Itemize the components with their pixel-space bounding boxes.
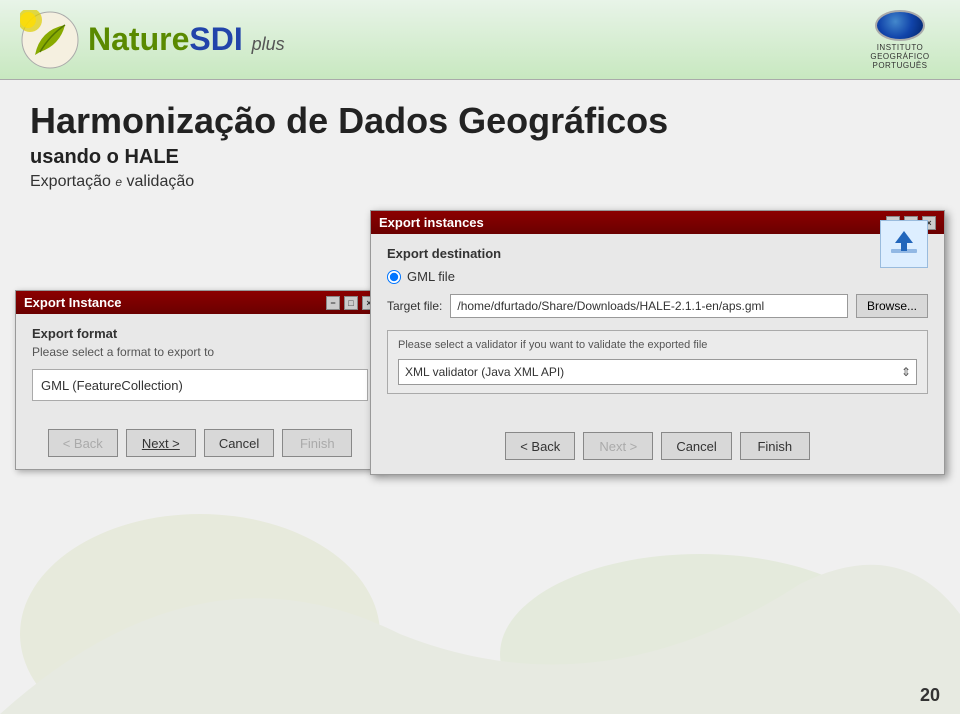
export-format-title: Export Instance [24,295,122,310]
export-instances-titlebar: Export instances − □ × [371,211,944,234]
export-format-section-title: Export format [32,326,368,341]
export-format-cancel-button[interactable]: Cancel [204,429,274,457]
logo-area: NatureSDI plus [20,10,285,70]
export-format-description: Please select a format to export to [32,345,368,359]
export-instances-next-button[interactable]: Next > [583,432,653,460]
gml-file-radio[interactable] [387,270,401,284]
export-destination-title: Export destination [387,246,928,261]
gml-file-radio-option[interactable]: GML file [387,269,928,284]
export-format-body: Export format Please select a format to … [16,314,384,421]
target-file-input[interactable] [450,294,848,318]
main-content: Harmonização de Dados Geográficos usando… [0,80,960,714]
export-instances-finish-button[interactable]: Finish [740,432,810,460]
export-instances-back-button[interactable]: < Back [505,432,575,460]
dialog-export-instances: Export instances − □ × Export destinatio… [370,210,945,475]
export-instances-body: Export destination GML file Target file:… [371,234,944,422]
instituto-logo-text: INSTITUTO GEOGRÁFICO PORTUGUÊS [860,43,940,70]
export-instances-title: Export instances [379,215,484,230]
export-instances-footer: < Back Next > Cancel Finish [371,422,944,474]
export-format-finish-button[interactable]: Finish [282,429,352,457]
upload-icon-area [880,220,930,270]
export-format-back-button[interactable]: < Back [48,429,118,457]
format-list-item[interactable]: GML (FeatureCollection) [32,369,368,401]
upload-svg-icon [889,229,919,259]
logo-plus: plus [252,34,285,54]
right-logo: INSTITUTO GEOGRÁFICO PORTUGUÊS [860,10,940,70]
target-file-label: Target file: [387,299,442,313]
export-format-next-button[interactable]: Next > [126,429,196,457]
validation-group: Please select a validator if you want to… [387,330,928,394]
dialog-export-format: Export Instance − □ × Export format Plea… [15,290,385,470]
minimize-btn[interactable]: − [326,296,340,310]
validation-description: Please select a validator if you want to… [398,339,917,351]
slide-description: Exportação e validação [30,173,930,191]
header: NatureSDI plus INSTITUTO GEOGRÁFICO PORT… [0,0,960,80]
export-instances-cancel-button[interactable]: Cancel [661,432,731,460]
validator-select-wrapper: XML validator (Java XML API) ⇕ [398,359,917,385]
instituto-logo-icon [875,10,925,41]
gml-file-label: GML file [407,269,455,284]
validator-select[interactable]: XML validator (Java XML API) [398,359,917,385]
logo-sdi: SDI [189,21,242,57]
upload-icon[interactable] [880,220,928,268]
titlebar-buttons: − □ × [326,296,376,310]
restore-btn[interactable]: □ [344,296,358,310]
logo-text-group: NatureSDI plus [88,21,285,58]
export-format-titlebar: Export Instance − □ × [16,291,384,314]
browse-button[interactable]: Browse... [856,294,928,318]
slide-title: Harmonização de Dados Geográficos [30,100,930,142]
export-format-footer: < Back Next > Cancel Finish [16,421,384,469]
logo-nature: Nature [88,21,189,57]
page-number: 20 [920,685,940,706]
logo-leaf-icon [20,10,80,70]
slide-subtitle: usando o HALE [30,146,930,169]
target-file-row: Target file: Browse... [387,294,928,318]
